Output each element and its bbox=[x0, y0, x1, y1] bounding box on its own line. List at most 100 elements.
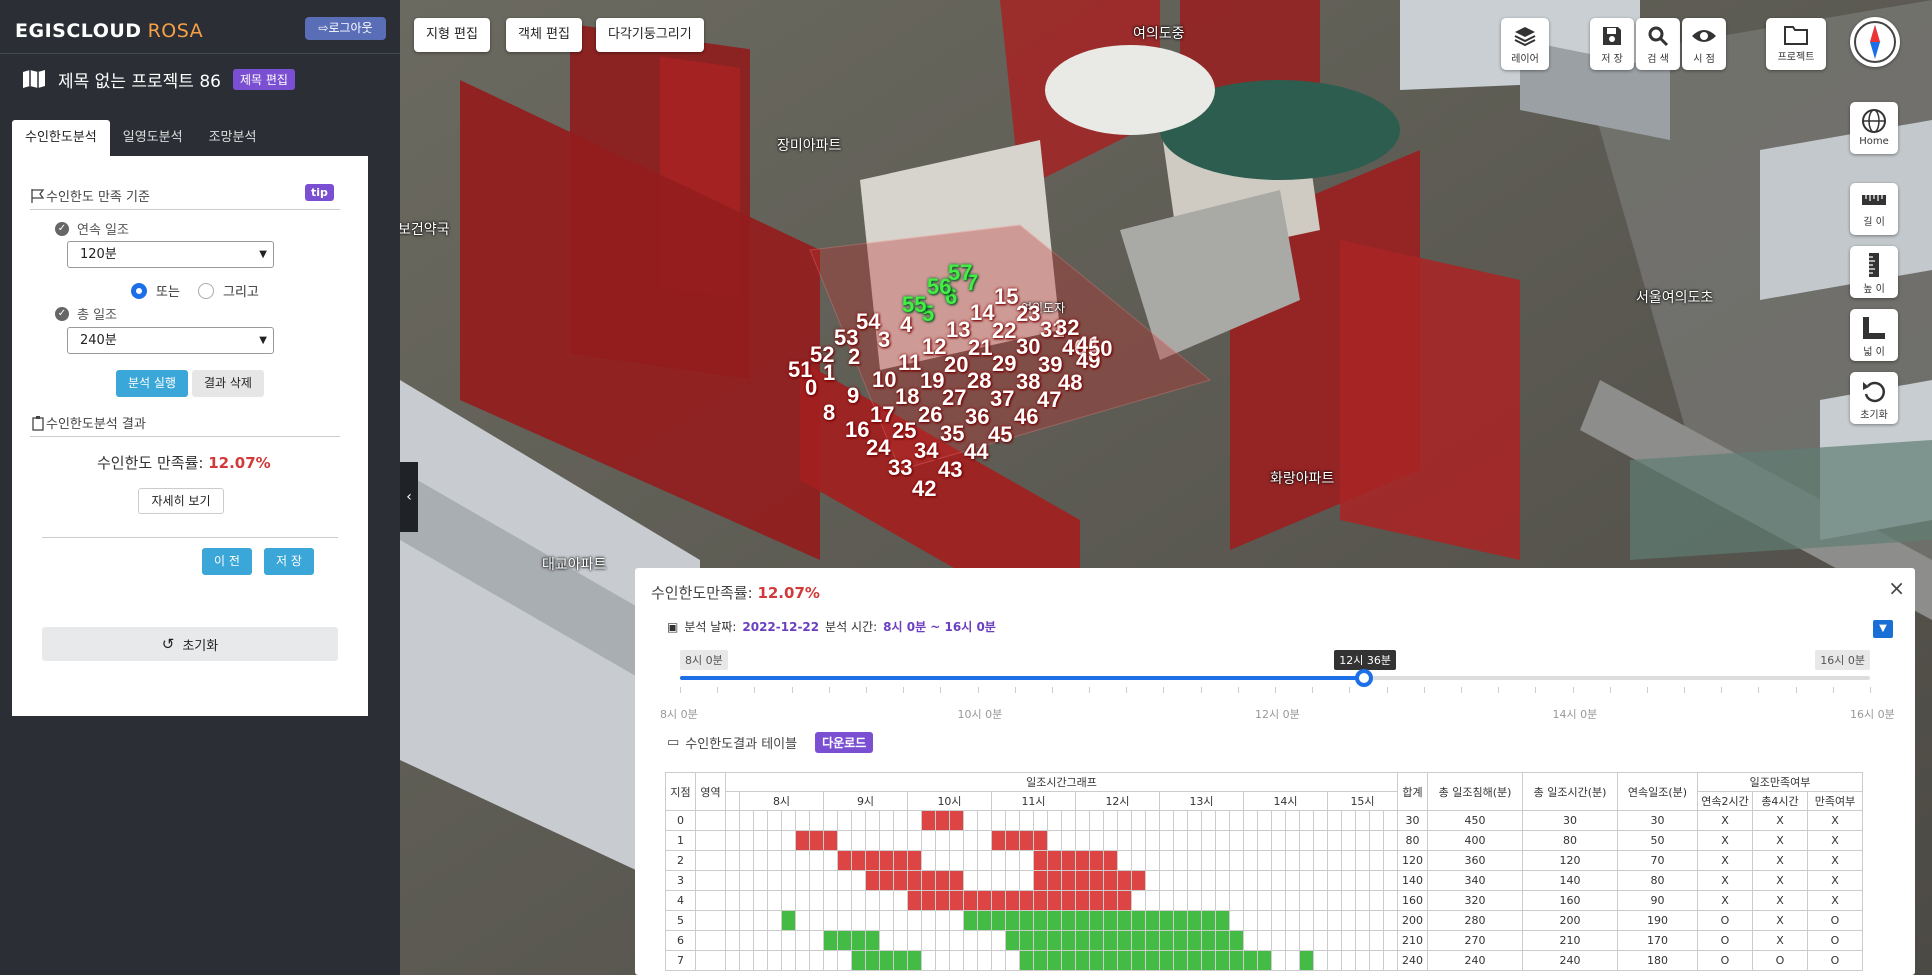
slider-tick-mark bbox=[865, 687, 867, 693]
detail-button[interactable]: 자세히 보기 bbox=[138, 488, 224, 514]
sun-cell bbox=[1383, 930, 1398, 951]
tab-sunlight-limit[interactable]: 수인한도분석 bbox=[12, 120, 110, 156]
analysis-point-label: 28 bbox=[967, 368, 992, 393]
logout-button[interactable]: ⇨로그아웃 bbox=[305, 17, 386, 40]
table-row[interactable]: 0 30 450 30 30 X X X bbox=[665, 810, 1863, 831]
collapse-sidebar-button[interactable]: ‹ bbox=[400, 462, 418, 532]
save-button[interactable]: 저 장 bbox=[1590, 18, 1634, 70]
search-button[interactable]: 검 색 bbox=[1636, 18, 1680, 70]
table-row[interactable]: 6 210 270 210 170 O X O bbox=[665, 930, 1863, 951]
sun-cell bbox=[1173, 930, 1188, 951]
sun-cell bbox=[921, 890, 936, 911]
sun-cell bbox=[1257, 810, 1272, 831]
tip-button[interactable]: tip bbox=[305, 184, 334, 201]
sun-cell bbox=[725, 910, 740, 931]
table-row[interactable]: 3 140 340 140 80 X X X bbox=[665, 870, 1863, 891]
sun-cell bbox=[781, 830, 796, 851]
sun-cell bbox=[1327, 850, 1342, 871]
total-sun-checkbox[interactable]: ✓ 총 일조 bbox=[55, 304, 117, 323]
run-analysis-button[interactable]: 분석 실행 bbox=[116, 370, 188, 397]
viewpoint-button[interactable]: 시 점 bbox=[1682, 18, 1726, 70]
ruler-icon bbox=[1862, 195, 1886, 205]
close-icon[interactable]: × bbox=[1888, 576, 1905, 600]
or-radio[interactable]: 또는 bbox=[131, 281, 180, 300]
sun-cell bbox=[1369, 850, 1384, 871]
sun-cell bbox=[1243, 810, 1258, 831]
chevron-down-icon[interactable]: ▼ bbox=[1873, 620, 1893, 638]
edit-title-button[interactable]: 제목 편집 bbox=[232, 68, 295, 90]
sun-cell bbox=[893, 810, 908, 831]
tab-shadow[interactable]: 일영도분석 bbox=[110, 120, 196, 156]
satisfaction-rate: 수인한도 만족률: 12.07% bbox=[97, 454, 271, 472]
sun-cell bbox=[1327, 870, 1342, 891]
terrain-edit-button[interactable]: 지형 편집 bbox=[414, 18, 490, 52]
sun-cell bbox=[1047, 870, 1062, 891]
layer-button[interactable]: 레이어 bbox=[1501, 18, 1549, 70]
table-row[interactable]: 2 120 360 120 70 X X X bbox=[665, 850, 1863, 871]
sun-cell bbox=[907, 910, 922, 931]
sun-cell bbox=[809, 850, 824, 871]
sun-cell bbox=[907, 850, 922, 871]
sun-cell bbox=[1061, 810, 1076, 831]
object-edit-button[interactable]: 객체 편집 bbox=[506, 18, 582, 52]
cell-total-shadow: 400 bbox=[1427, 830, 1523, 851]
polygon-draw-button[interactable]: 다각기둥그리기 bbox=[596, 18, 704, 52]
sun-cell bbox=[921, 850, 936, 871]
analysis-point-label: 44 bbox=[964, 439, 989, 464]
total-sun-select[interactable]: 240분 ▼ bbox=[67, 327, 274, 354]
prev-button[interactable]: 이 전 bbox=[202, 548, 252, 575]
map-label: 서울여의도초 bbox=[1636, 290, 1714, 306]
continuous-sun-select[interactable]: 120분 ▼ bbox=[67, 241, 274, 268]
sun-cell bbox=[851, 870, 866, 891]
table-row[interactable]: 1 80 400 80 50 X X X bbox=[665, 830, 1863, 851]
height-button[interactable]: 높 이 bbox=[1850, 246, 1898, 298]
sun-cell bbox=[851, 910, 866, 931]
sun-cell bbox=[1257, 890, 1272, 911]
hour-header: 11시 bbox=[991, 791, 1076, 811]
delete-result-button[interactable]: 결과 삭제 bbox=[192, 370, 264, 397]
sun-cell bbox=[935, 830, 950, 851]
sun-cell bbox=[935, 850, 950, 871]
save-result-button[interactable]: 저 장 bbox=[264, 548, 314, 575]
download-button[interactable]: 다운로드 bbox=[815, 732, 874, 753]
analysis-point-label: 51 bbox=[788, 357, 813, 382]
cell-sum: 210 bbox=[1397, 930, 1428, 951]
and-radio[interactable]: 그리고 bbox=[198, 281, 259, 300]
continuous-sun-checkbox[interactable]: ✓ 연속 일조 bbox=[55, 219, 129, 238]
sun-cell bbox=[1299, 930, 1314, 951]
length-button[interactable]: 길 이 bbox=[1850, 183, 1898, 235]
tab-view[interactable]: 조망분석 bbox=[196, 120, 270, 156]
slider-tick-mark bbox=[940, 687, 942, 693]
sun-cell bbox=[1033, 910, 1048, 931]
sun-cell bbox=[991, 890, 1006, 911]
criteria-heading: 수인한도 만족 기준 bbox=[30, 186, 340, 210]
sun-cell bbox=[1159, 930, 1174, 951]
reset-view-button[interactable]: 초기화 bbox=[1850, 372, 1898, 424]
table-row[interactable]: 7 240 240 240 180 O O O bbox=[665, 950, 1863, 971]
compass-icon[interactable] bbox=[1850, 17, 1900, 67]
sun-cell bbox=[767, 930, 782, 951]
slider-handle[interactable] bbox=[1355, 669, 1374, 687]
sun-cell bbox=[963, 890, 978, 911]
home-button[interactable]: Home bbox=[1850, 102, 1898, 154]
sun-cell bbox=[1019, 830, 1034, 851]
sun-cell bbox=[1145, 950, 1160, 971]
slider-tick-mark bbox=[1572, 687, 1574, 693]
sun-cell bbox=[1201, 950, 1216, 971]
cell-point: 4 bbox=[665, 890, 696, 911]
time-slider[interactable] bbox=[680, 669, 1870, 687]
sun-cell bbox=[1313, 850, 1328, 871]
sun-cell bbox=[1327, 890, 1342, 911]
reset-button[interactable]: ↺ 초기화 bbox=[42, 627, 338, 661]
area-button[interactable]: 넓 이 bbox=[1850, 309, 1898, 361]
sun-cell bbox=[1285, 810, 1300, 831]
table-row[interactable]: 4 160 320 160 90 X X X bbox=[665, 890, 1863, 911]
table-row[interactable]: 5 200 280 200 190 O X O bbox=[665, 910, 1863, 931]
slider-tick-mark bbox=[717, 687, 719, 693]
analysis-point-label: 19 bbox=[920, 368, 945, 393]
slider-tick-label: 12시 0분 bbox=[1255, 708, 1300, 721]
project-button[interactable]: 프로젝트 bbox=[1766, 18, 1826, 70]
sun-cell bbox=[1201, 910, 1216, 931]
analysis-point-label: 8 bbox=[823, 400, 836, 425]
sun-cell bbox=[1285, 930, 1300, 951]
